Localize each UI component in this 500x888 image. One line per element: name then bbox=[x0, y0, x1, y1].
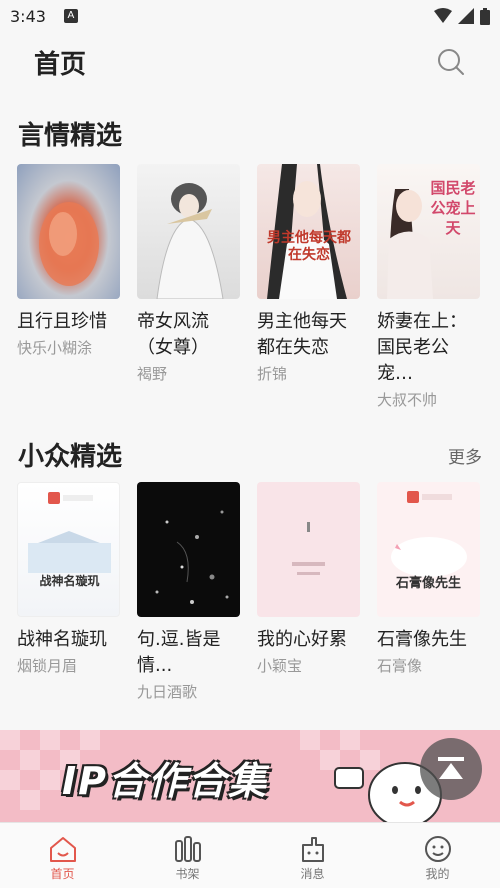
banner-title: IP合作合集 bbox=[62, 759, 268, 803]
book-row-niche: 战神名璇玑 战神名璇玑 烟锁月眉 句.逗.皆是情... 九日酒歌 我的心好累 小… bbox=[17, 482, 480, 702]
book-author: 褐野 bbox=[137, 365, 168, 383]
book-card[interactable]: 石膏像先生 石膏像先生 石膏像 bbox=[377, 482, 480, 702]
message-icon bbox=[301, 837, 324, 862]
book-cover[interactable] bbox=[137, 164, 240, 299]
tab-label: 书架 bbox=[175, 867, 200, 881]
book-card[interactable]: 句.逗.皆是情... 九日酒歌 bbox=[137, 482, 240, 702]
signal-icon bbox=[458, 8, 474, 24]
book-author: 九日酒歌 bbox=[137, 683, 198, 701]
book-title: 石膏像先生 bbox=[377, 629, 467, 650]
page-title: 首页 bbox=[34, 49, 87, 80]
cover-title: 战神名璇玑 bbox=[39, 574, 100, 588]
book-title: 男主他每天都在失恋 bbox=[257, 311, 347, 358]
status-bar: 3:43 A bbox=[0, 0, 500, 32]
tab-label: 首页 bbox=[50, 867, 75, 881]
notification-icon: A bbox=[63, 9, 78, 23]
battery-icon bbox=[480, 7, 490, 25]
status-icons bbox=[434, 7, 490, 25]
book-cover[interactable]: 石膏像先生 bbox=[377, 482, 480, 617]
book-title: 且行且珍惜 bbox=[17, 311, 107, 332]
book-card[interactable]: 国民老公宠上天 娇妻在上：国民老公宠… 大叔不帅 bbox=[377, 164, 480, 410]
book-author: 烟锁月眉 bbox=[17, 657, 78, 675]
book-row-romance: 且行且珍惜 快乐小糊涂 帝女风流（女尊） 褐野 男主他每天都在失恋 男主他每天都… bbox=[17, 164, 480, 410]
book-author: 小颖宝 bbox=[257, 657, 303, 675]
book-title: 帝女风流（女尊） bbox=[137, 311, 209, 358]
book-cover[interactable]: 男主他每天都在失恋 bbox=[257, 164, 360, 299]
book-title: 我的心好累 bbox=[257, 629, 347, 650]
back-to-top-button[interactable] bbox=[420, 738, 482, 800]
tab-bookshelf[interactable]: 书架 bbox=[125, 823, 250, 888]
book-card[interactable]: 帝女风流（女尊） 褐野 bbox=[137, 164, 240, 410]
book-card[interactable]: 战神名璇玑 战神名璇玑 烟锁月眉 bbox=[17, 482, 120, 702]
book-card[interactable]: 且行且珍惜 快乐小糊涂 bbox=[17, 164, 120, 410]
wifi-icon bbox=[434, 8, 452, 23]
book-card[interactable]: 男主他每天都在失恋 男主他每天都在失恋 折锦 bbox=[257, 164, 360, 410]
app-header: 首页 bbox=[0, 32, 500, 92]
book-title: 句.逗.皆是情... bbox=[137, 629, 221, 676]
book-title: 战神名璇玑 bbox=[17, 629, 107, 650]
tab-home[interactable]: 首页 bbox=[0, 823, 125, 888]
arrow-up-to-top-icon bbox=[438, 757, 464, 779]
bookshelf-icon bbox=[174, 836, 201, 862]
section-title-romance: 言情精选 bbox=[18, 121, 123, 151]
section-title-niche: 小众精选 bbox=[18, 442, 123, 472]
tab-label: 我的 bbox=[425, 867, 450, 881]
status-time: 3:43 bbox=[10, 6, 46, 26]
bottom-tab-bar: 首页 书架 消息 我的 bbox=[0, 822, 500, 888]
profile-icon bbox=[424, 836, 451, 862]
book-cover[interactable] bbox=[257, 482, 360, 617]
book-author: 大叔不帅 bbox=[377, 391, 438, 409]
book-author: 石膏像 bbox=[377, 657, 423, 675]
book-cover[interactable] bbox=[137, 482, 240, 617]
search-icon[interactable] bbox=[436, 47, 466, 77]
cover-title: 男主他每天都在失恋 bbox=[267, 230, 351, 263]
book-author: 快乐小糊涂 bbox=[17, 339, 93, 357]
book-cover[interactable] bbox=[17, 164, 120, 299]
tab-profile[interactable]: 我的 bbox=[375, 823, 500, 888]
cover-title: 石膏像先生 bbox=[395, 576, 461, 591]
book-card[interactable]: 我的心好累 小颖宝 bbox=[257, 482, 360, 702]
book-author: 折锦 bbox=[257, 365, 288, 383]
more-link[interactable]: 更多 bbox=[448, 443, 482, 468]
book-title: 娇妻在上：国民老公宠… bbox=[377, 311, 467, 384]
book-cover[interactable]: 国民老公宠上天 bbox=[377, 164, 480, 299]
cover-title: 国民老公宠上天 bbox=[430, 179, 476, 237]
book-cover[interactable]: 战神名璇玑 bbox=[17, 482, 120, 617]
home-icon bbox=[49, 837, 76, 862]
tab-messages[interactable]: 消息 bbox=[250, 823, 375, 888]
tab-label: 消息 bbox=[300, 867, 325, 881]
